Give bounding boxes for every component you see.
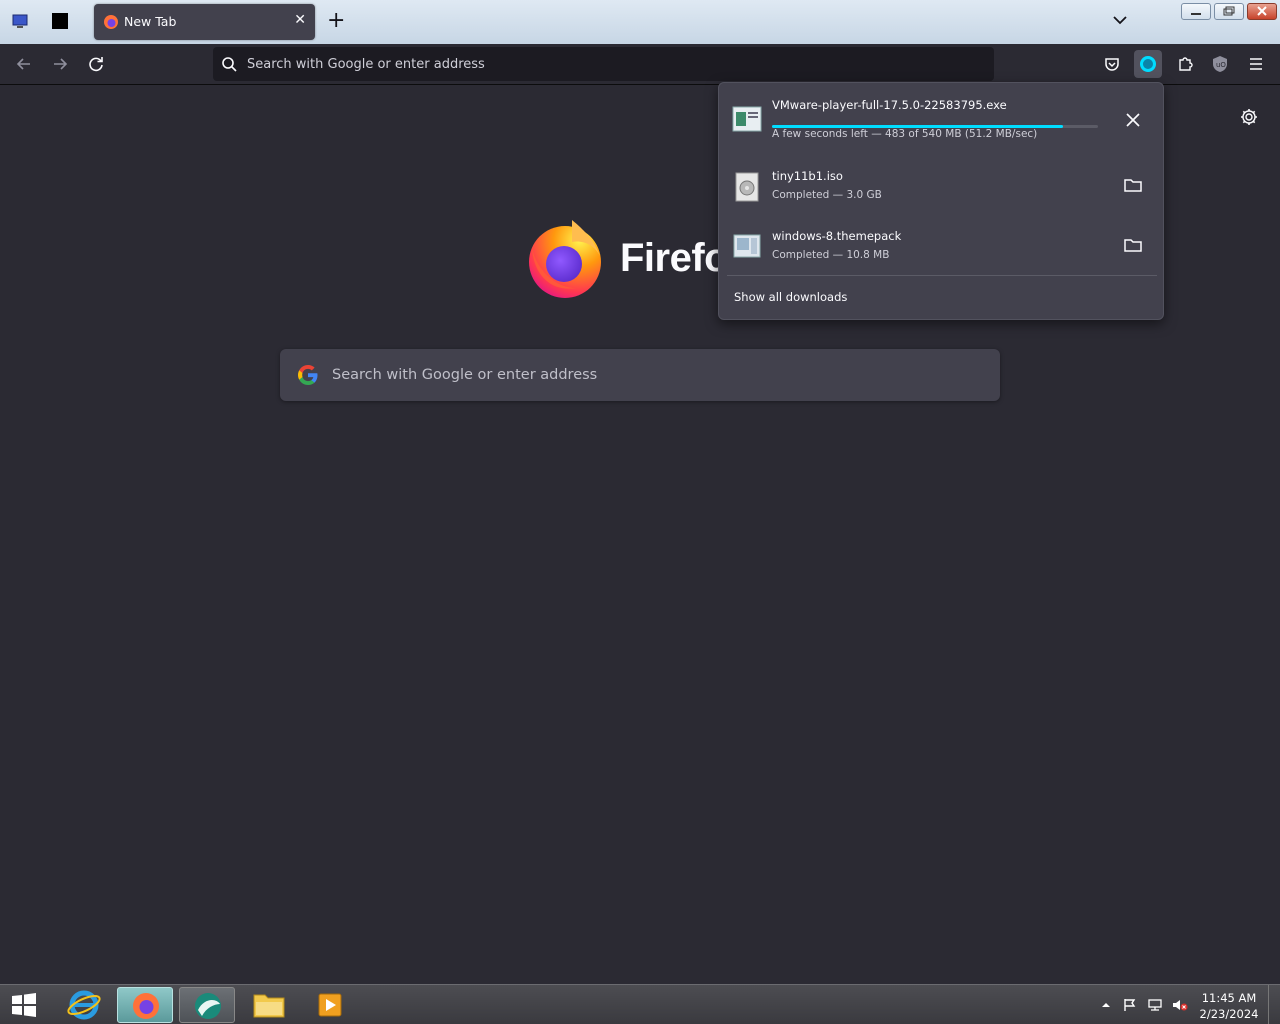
exe-file-icon (732, 106, 762, 132)
ublock-shield-icon: uO (1213, 56, 1227, 72)
iso-file-icon (735, 172, 759, 202)
download-filename: windows-8.themepack (772, 229, 902, 243)
address-bar[interactable] (213, 47, 994, 81)
forward-arrow-icon[interactable] (48, 52, 72, 76)
taskbar-internet-explorer[interactable] (56, 987, 112, 1023)
gear-icon[interactable] (1239, 107, 1259, 127)
folder-icon[interactable] (1121, 173, 1145, 197)
download-filename: VMware-player-full-17.5.0-22583795.exe (772, 98, 1007, 112)
ublock-origin-button[interactable]: uO (1206, 50, 1234, 78)
downloads-button[interactable] (1134, 50, 1162, 78)
download-status: Completed — 3.0 GB (772, 189, 882, 201)
download-item-tiny11[interactable]: tiny11b1.iso Completed — 3.0 GB (727, 158, 1157, 216)
pocket-button[interactable] (1098, 50, 1126, 78)
google-g-icon (298, 365, 318, 385)
extensions-button[interactable] (1171, 50, 1199, 78)
clock-date: 2/23/2024 (1199, 1007, 1259, 1021)
show-desktop-button[interactable] (1268, 985, 1280, 1024)
clock-time: 11:45 AM (1201, 991, 1257, 1005)
firefox-logo (529, 220, 601, 298)
show-all-downloads-button[interactable]: Show all downloads (734, 290, 847, 304)
system-clock[interactable]: 11:45 AM 2/23/2024 (1196, 990, 1262, 1022)
newtab-search-input[interactable] (332, 349, 972, 401)
tab-title: New Tab (124, 14, 177, 29)
app-menu-button[interactable] (1242, 50, 1270, 78)
taskbar-media-player[interactable] (302, 987, 358, 1023)
network-icon[interactable] (1147, 998, 1163, 1012)
start-button[interactable] (4, 987, 44, 1023)
firefox-tab-icon (104, 15, 118, 29)
minimize-button[interactable] (1181, 3, 1211, 20)
search-icon (222, 57, 237, 72)
address-input[interactable] (247, 47, 967, 81)
newtab-search-box[interactable] (280, 349, 1000, 401)
action-center-flag-icon[interactable] (1122, 998, 1138, 1012)
download-status: A few seconds left — 483 of 540 MB (51.2… (772, 128, 1038, 140)
tab-close-icon[interactable]: ✕ (294, 12, 306, 28)
new-tab-button[interactable]: + (327, 9, 345, 33)
reload-icon[interactable] (84, 52, 108, 76)
close-window-button[interactable] (1247, 3, 1277, 20)
firefox-wordmark: Firefox (620, 236, 720, 280)
download-status: Completed — 10.8 MB (772, 249, 890, 261)
puzzle-piece-icon (1179, 57, 1193, 71)
navigation-toolbar: uO (0, 44, 1280, 85)
download-progress-icon (1140, 56, 1156, 72)
back-arrow-icon[interactable] (12, 52, 36, 76)
tab-bar: New Tab ✕ + (0, 0, 1280, 44)
download-filename: tiny11b1.iso (772, 169, 843, 183)
tab-new-tab[interactable]: New Tab ✕ (94, 4, 315, 40)
window-menu-icon[interactable] (11, 12, 29, 30)
taskbar-file-explorer[interactable] (241, 987, 297, 1023)
taskbar: 11:45 AM 2/23/2024 (0, 984, 1280, 1024)
show-hidden-icons-icon[interactable] (1098, 998, 1114, 1012)
taskbar-app[interactable] (179, 987, 235, 1023)
hamburger-menu-icon (1250, 58, 1262, 70)
download-item-vmware[interactable]: VMware-player-full-17.5.0-22583795.exe A… (727, 90, 1157, 148)
windows-logo-icon (12, 993, 36, 1017)
firefox-icon (133, 993, 159, 1019)
restore-button[interactable] (1214, 3, 1244, 20)
svg-text:uO: uO (1216, 61, 1226, 69)
folder-icon (253, 994, 285, 1018)
download-item-themepack[interactable]: windows-8.themepack Completed — 10.8 MB (727, 218, 1157, 276)
downloads-panel: VMware-player-full-17.5.0-22583795.exe A… (718, 82, 1164, 320)
taskbar-firefox[interactable] (117, 987, 173, 1023)
list-all-tabs-chevron-icon[interactable] (1112, 14, 1128, 26)
close-icon[interactable] (1121, 108, 1145, 132)
media-player-icon (318, 993, 342, 1017)
pocket-icon (1105, 58, 1119, 71)
pinned-tab-icon[interactable] (51, 12, 69, 30)
fish-app-icon (195, 993, 221, 1019)
internet-explorer-icon (67, 990, 101, 1020)
volume-muted-icon[interactable] (1172, 998, 1188, 1012)
panel-separator (727, 275, 1157, 276)
themepack-file-icon (733, 234, 761, 258)
folder-icon[interactable] (1121, 233, 1145, 257)
